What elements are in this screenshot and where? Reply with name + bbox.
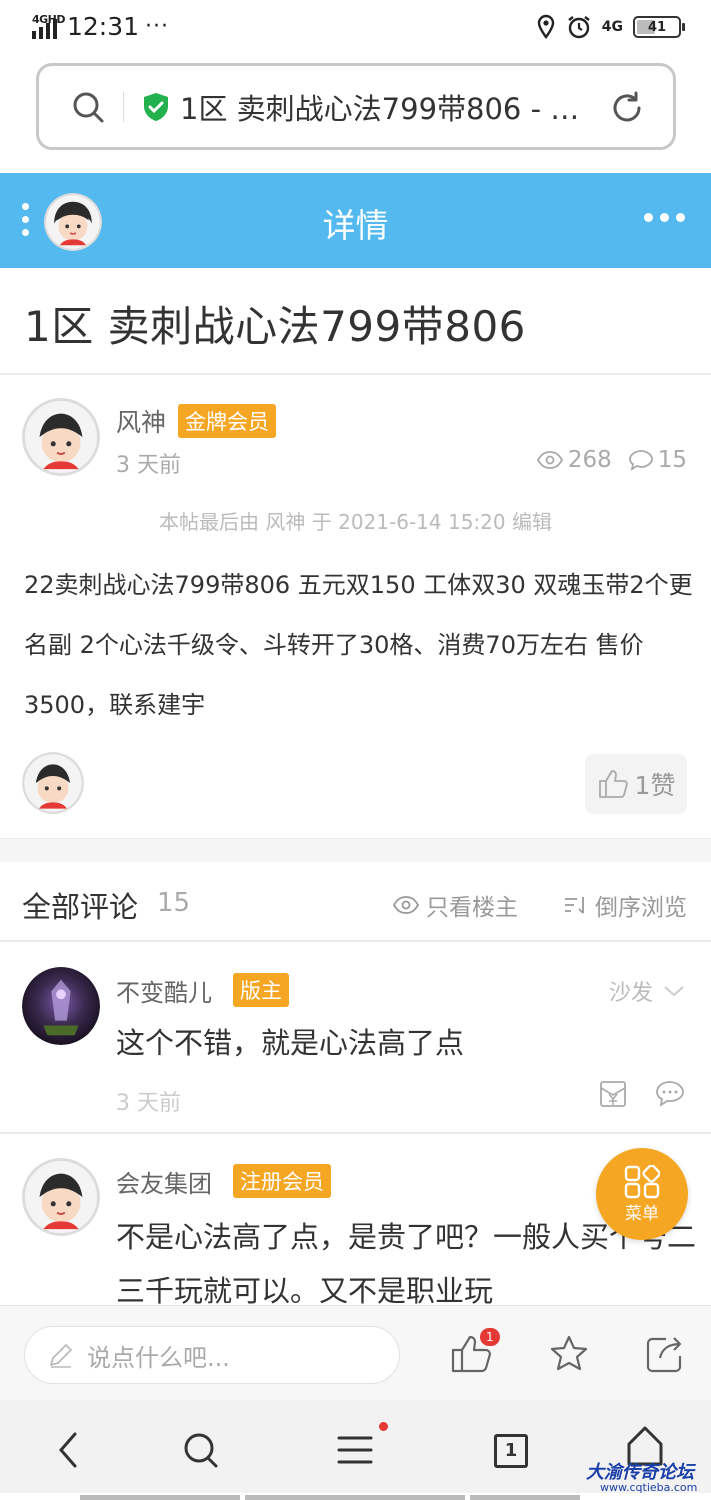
floor-label[interactable]: 沙发 [609, 975, 685, 1007]
edit-note: 本帖最后由 风神 于 2021-6-14 15:20 编辑 [159, 510, 552, 534]
divider [0, 1132, 711, 1134]
post-stats: 268 15 [536, 447, 687, 473]
star-icon [550, 1335, 588, 1371]
page-header: 详情 [0, 173, 711, 268]
commenter-name[interactable]: 不变酷儿 [116, 973, 212, 1008]
commenter-avatar[interactable] [22, 967, 100, 1045]
address-url[interactable]: 1区 卖刺战心法799带806 - … [180, 86, 580, 128]
divider [0, 373, 711, 375]
member-badge: 金牌会员 [178, 404, 276, 438]
menu-icon[interactable] [336, 1430, 374, 1470]
comment-text: 这个不错，就是心法高了点 [116, 1026, 465, 1060]
share-button[interactable] [644, 1334, 686, 1378]
share-icon [646, 1337, 682, 1373]
owner-only-label: 只看楼主 [426, 895, 518, 921]
menu-button[interactable]: 菜单 [596, 1148, 688, 1240]
eye-icon [392, 896, 420, 914]
alarm-icon [568, 16, 590, 39]
menu-label: 菜单 [625, 1203, 659, 1224]
comment-bar: 说点什么吧... 1 [0, 1305, 711, 1400]
like-badge: 1 [480, 1328, 500, 1346]
more-icon[interactable] [644, 213, 685, 222]
comments-header: 全部评论 15 只看楼主 倒序浏览 [0, 862, 711, 942]
commenter-name[interactable]: 会友集团 [116, 1164, 212, 1199]
comments-count: 15 [157, 888, 191, 918]
status-bar: 4GHD 12:31 ··· 4G 41 [0, 0, 711, 58]
comment-input[interactable]: 说点什么吧... [24, 1326, 400, 1384]
like-label: 1赞 [634, 771, 676, 800]
post-body: 22卖刺战心法799带806 五元双150 工体双30 双魂玉带2个更名副 2个… [24, 571, 693, 719]
pencil-icon [50, 1344, 72, 1368]
header-title: 详情 [322, 206, 389, 245]
reward-icon[interactable] [599, 1080, 627, 1108]
reply-icon[interactable] [655, 1080, 685, 1108]
chevron-down-icon [664, 986, 684, 997]
gesture-bar [0, 1493, 711, 1500]
battery-level: 41 [647, 19, 667, 35]
location-icon [537, 14, 554, 39]
status-time: 12:31 [67, 12, 140, 41]
address-divider [123, 91, 124, 122]
thumb-up-icon [598, 770, 628, 798]
views-count: 268 [567, 447, 612, 473]
network-right-label: 4G [601, 19, 623, 35]
comments-title: 全部评论 [22, 890, 139, 924]
like-post-button[interactable]: 1 [450, 1328, 500, 1378]
post-time: 3 天前 [116, 453, 181, 478]
reload-icon[interactable] [609, 90, 645, 126]
address-bar[interactable]: 1区 卖刺战心法799带806 - … [36, 63, 676, 150]
author-avatar[interactable] [22, 398, 100, 476]
secure-shield-icon [144, 92, 168, 121]
battery-icon: 41 [633, 16, 685, 38]
notification-dot [379, 1422, 388, 1431]
post-title: 1区 卖刺战心法799带806 [24, 302, 526, 351]
status-dots: ··· [145, 14, 170, 39]
moderator-badge: 版主 [233, 973, 289, 1007]
signal-icon: 4GHD [32, 13, 66, 39]
sort-icon [565, 897, 584, 914]
section-gap [0, 838, 711, 862]
comment-count: 15 [657, 447, 687, 473]
owner-only-button[interactable]: 只看楼主 [392, 888, 518, 922]
search-icon[interactable] [71, 90, 105, 124]
comment-actions [599, 1080, 685, 1108]
comment-count-icon [628, 450, 653, 471]
floor-text: 沙发 [608, 981, 653, 1006]
author-name[interactable]: 风神 [116, 403, 166, 439]
favorite-button[interactable] [548, 1334, 590, 1378]
comment-time: 3 天前 [116, 1091, 181, 1116]
views-icon [536, 451, 563, 469]
sort-label: 倒序浏览 [595, 895, 687, 921]
liker-avatar[interactable] [22, 752, 84, 814]
tabs-button[interactable]: 1 [494, 1434, 528, 1468]
search-icon[interactable] [182, 1430, 220, 1470]
sort-button[interactable]: 倒序浏览 [563, 888, 687, 922]
grid-icon [624, 1164, 660, 1198]
comment-placeholder: 说点什么吧... [87, 1343, 230, 1372]
like-button[interactable]: 1赞 [585, 754, 687, 814]
back-icon[interactable] [55, 1430, 81, 1470]
network-label: 4GHD [32, 12, 66, 26]
commenter-avatar[interactable] [22, 1158, 100, 1236]
member-badge: 注册会员 [233, 1164, 331, 1198]
